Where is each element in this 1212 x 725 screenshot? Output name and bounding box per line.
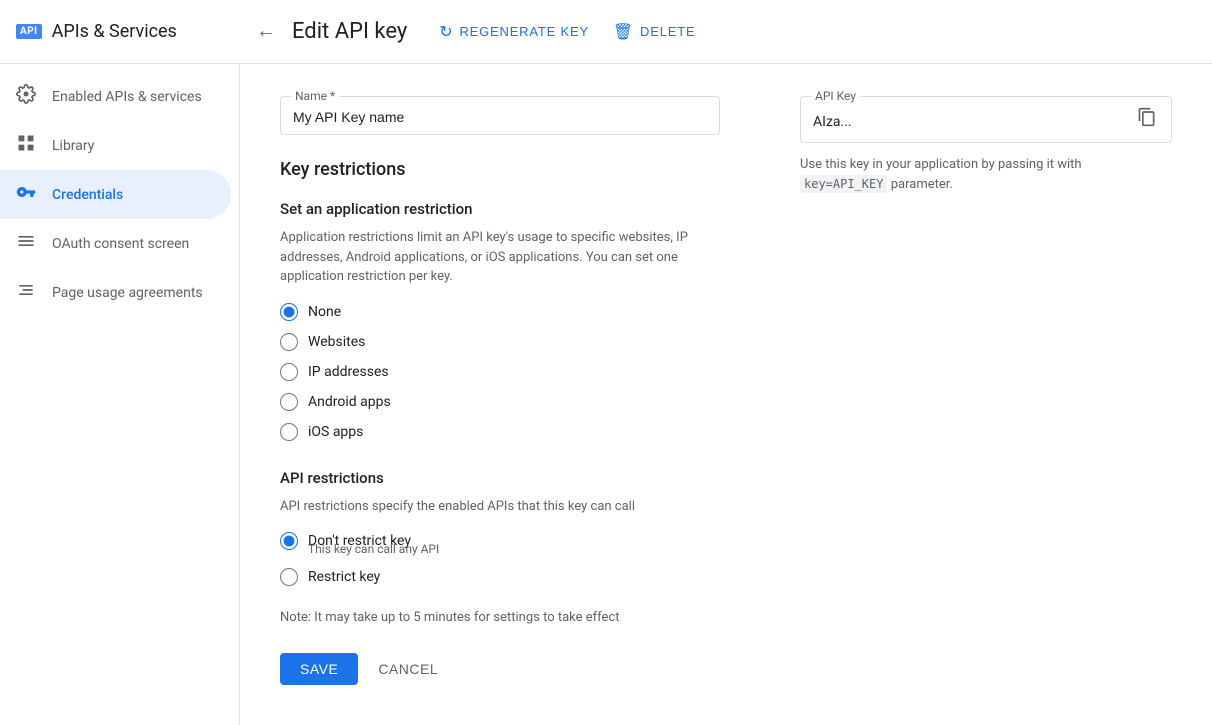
sidebar-item-page-usage[interactable]: Page usage agreements	[0, 268, 231, 317]
name-text-field: Name *	[280, 96, 720, 135]
delete-icon: 🗑	[613, 22, 634, 42]
form-left: Name * Key restrictions Set an applicati…	[280, 96, 720, 685]
key-restrictions-title: Key restrictions	[280, 159, 720, 180]
form-layout: Name * Key restrictions Set an applicati…	[280, 96, 1172, 685]
sidebar-label-enabled-apis: Enabled APIs & services	[52, 89, 202, 105]
name-input[interactable]	[293, 105, 707, 125]
api-restrictions-subsection: API restrictions API restrictions specif…	[280, 469, 720, 587]
action-buttons: SAVE CANCEL	[280, 653, 720, 685]
sidebar-label-credentials: Credentials	[52, 187, 123, 203]
api-restriction-radio-group: Don't restrict key This key can call any…	[280, 532, 720, 586]
sidebar-item-enabled-apis[interactable]: Enabled APIs & services	[0, 72, 231, 121]
app-restriction-radio-group: None Websites IP addresses	[280, 303, 720, 441]
api-key-value: AIza...	[813, 110, 1135, 130]
radio-dont-restrict-input[interactable]	[280, 532, 298, 550]
key-restrictions-section: Key restrictions Set an application rest…	[280, 159, 720, 685]
header-actions: ↻ REGENERATE KEY 🗑 DELETE	[439, 22, 695, 42]
radio-ios-apps[interactable]: iOS apps	[280, 423, 720, 441]
logo-area: API APIs & Services	[16, 21, 256, 42]
radio-ip-label: IP addresses	[308, 364, 389, 380]
main-layout: Enabled APIs & services Library Credenti…	[0, 64, 1212, 725]
enabled-apis-icon	[16, 84, 36, 109]
api-restrictions-title: API restrictions	[280, 469, 720, 487]
radio-dont-restrict-sub: This key can call any API	[308, 542, 720, 556]
save-button[interactable]: SAVE	[280, 653, 358, 685]
app-restriction-title: Set an application restriction	[280, 200, 720, 218]
sidebar-label-library: Library	[52, 138, 94, 154]
api-logo-icon: API	[16, 24, 42, 39]
radio-restrict-key-label: Restrict key	[308, 569, 380, 585]
delete-button[interactable]: 🗑 DELETE	[613, 22, 696, 42]
library-icon	[16, 133, 36, 158]
oauth-icon	[16, 231, 36, 256]
api-key-hint: Use this key in your application by pass…	[800, 155, 1172, 194]
radio-android-input[interactable]	[280, 393, 298, 411]
api-key-field-group: API Key AIza... Use this key in your app…	[800, 96, 1172, 194]
sidebar-item-oauth-consent[interactable]: OAuth consent screen	[0, 219, 231, 268]
radio-ip-addresses[interactable]: IP addresses	[280, 363, 720, 381]
api-key-field: API Key AIza...	[800, 96, 1172, 143]
app-restriction-desc: Application restrictions limit an API ke…	[280, 228, 720, 287]
api-key-label: API Key	[811, 89, 860, 103]
radio-none[interactable]: None	[280, 303, 720, 321]
radio-ios-input[interactable]	[280, 423, 298, 441]
sidebar-item-credentials[interactable]: Credentials	[0, 170, 231, 219]
radio-websites[interactable]: Websites	[280, 333, 720, 351]
copy-icon	[1137, 107, 1157, 127]
radio-none-input[interactable]	[280, 303, 298, 321]
radio-websites-input[interactable]	[280, 333, 298, 351]
radio-ios-label: iOS apps	[308, 424, 363, 440]
api-key-hint-code: key=API_KEY	[800, 175, 887, 193]
regenerate-key-button[interactable]: ↻ REGENERATE KEY	[439, 22, 589, 42]
api-radio-dont-restrict-wrapper: Don't restrict key This key can call any…	[280, 532, 720, 556]
api-restrictions-desc: API restrictions specify the enabled API…	[280, 497, 720, 517]
back-button[interactable]: ←	[256, 20, 276, 43]
radio-none-label: None	[308, 304, 341, 320]
main-content: Name * Key restrictions Set an applicati…	[240, 64, 1212, 725]
sidebar-label-page-usage: Page usage agreements	[52, 285, 203, 301]
sidebar-item-library[interactable]: Library	[0, 121, 231, 170]
app-title: APIs & Services	[52, 21, 177, 42]
note-text: Note: It may take up to 5 minutes for se…	[280, 610, 720, 625]
page-title: Edit API key	[292, 19, 407, 44]
radio-android-label: Android apps	[308, 394, 391, 410]
app-restriction-subsection: Set an application restriction Applicati…	[280, 200, 720, 441]
radio-websites-label: Websites	[308, 334, 365, 350]
radio-android-apps[interactable]: Android apps	[280, 393, 720, 411]
page-usage-icon	[16, 280, 36, 305]
radio-restrict-key[interactable]: Restrict key	[280, 568, 720, 586]
name-label: Name *	[291, 89, 339, 103]
form-right: API Key AIza... Use this key in your app…	[800, 96, 1172, 685]
content-header: ← Edit API key ↻ REGENERATE KEY 🗑 DELETE	[256, 19, 1196, 44]
sidebar-label-oauth: OAuth consent screen	[52, 236, 189, 252]
name-field-group: Name *	[280, 96, 720, 135]
top-bar: API APIs & Services ← Edit API key ↻ REG…	[0, 0, 1212, 64]
radio-restrict-key-input[interactable]	[280, 568, 298, 586]
sidebar: Enabled APIs & services Library Credenti…	[0, 64, 240, 725]
credentials-icon	[16, 182, 36, 207]
radio-ip-input[interactable]	[280, 363, 298, 381]
regenerate-icon: ↻	[439, 22, 453, 42]
cancel-button[interactable]: CANCEL	[374, 653, 442, 685]
copy-api-key-button[interactable]	[1135, 105, 1159, 134]
